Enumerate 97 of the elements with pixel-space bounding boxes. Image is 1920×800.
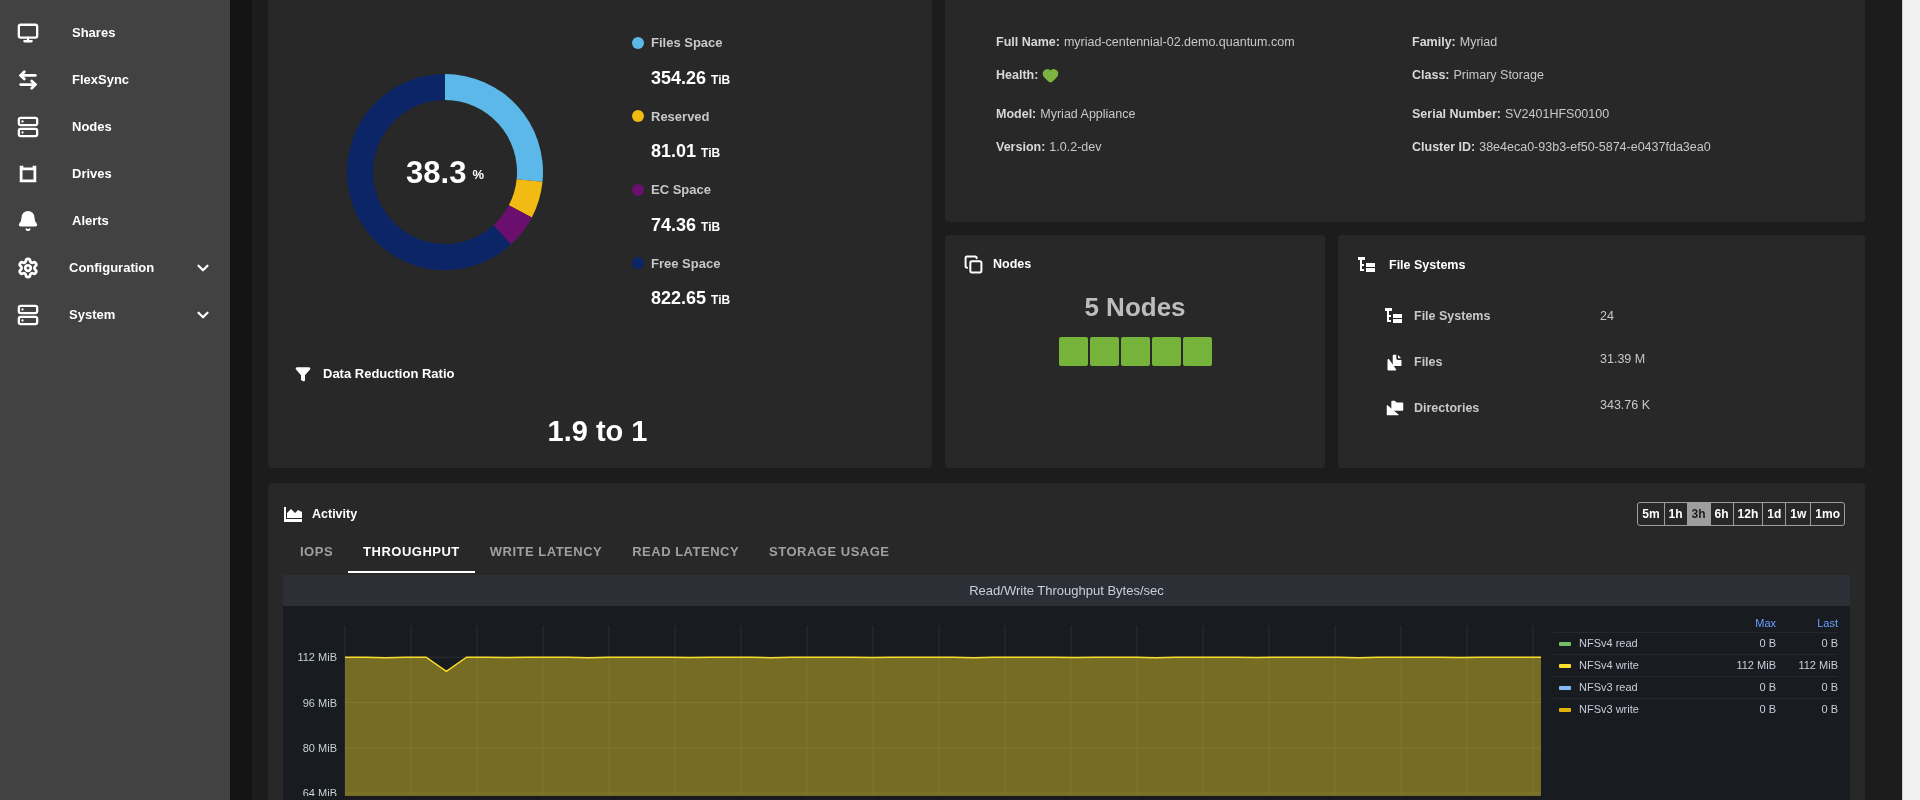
panel-title: Activity	[312, 505, 358, 523]
series-last: 112 MiB	[1797, 658, 1838, 674]
time-range-button[interactable]: 1mo	[1810, 503, 1844, 525]
sidebar-item[interactable]: Alerts	[0, 197, 230, 244]
tab[interactable]: STORAGE USAGE	[754, 532, 905, 573]
info-value: SV2401HFS00100	[1504, 106, 1610, 124]
info-label: Model:	[996, 106, 1037, 124]
legend-label: Free Space	[651, 254, 721, 273]
info-label: Cluster ID:	[1412, 139, 1476, 157]
tab[interactable]: THROUGHPUT	[348, 532, 475, 573]
info-label: Serial Number:	[1412, 106, 1501, 124]
series-max: 0 B	[1758, 636, 1776, 652]
scrollbar[interactable]	[1902, 0, 1920, 800]
percent-unit: %	[472, 166, 484, 185]
legend-value: 81.01	[651, 140, 697, 163]
series-name: NFSv3 read	[1579, 680, 1639, 696]
stat-label: Directories	[1414, 399, 1481, 417]
monitor-icon	[17, 21, 39, 44]
sidebar-item[interactable]: Drives	[0, 150, 230, 197]
folders-icon	[1384, 397, 1406, 419]
legend-row[interactable]: NFSv4 read 0 B 0 B	[1553, 632, 1838, 654]
series-last: 0 B	[1820, 636, 1838, 652]
y-axis-label: 96 MiB	[302, 696, 337, 709]
legend-value: 822.65	[651, 287, 707, 310]
y-axis-label: 80 MiB	[302, 741, 337, 754]
series-name: NFSv4 read	[1579, 636, 1639, 652]
stat-label: File Systems	[1414, 307, 1492, 325]
legend-row[interactable]: NFSv3 read 0 B 0 B	[1553, 676, 1838, 698]
series-last: 0 B	[1820, 702, 1838, 718]
legend-label: EC Space	[651, 181, 711, 199]
stat-value: 343.76 K	[1600, 396, 1651, 414]
chart-title: Read/Write Throughput Bytes/sec	[969, 581, 1164, 600]
filter-icon	[295, 365, 311, 382]
series-last: 0 B	[1820, 680, 1838, 696]
info-value: Myriad Appliance	[1040, 106, 1136, 124]
server-icon	[17, 115, 39, 138]
sidebar-item[interactable]: FlexSync	[0, 56, 230, 103]
documents-icon	[1384, 351, 1405, 373]
time-range-button[interactable]: 6h	[1709, 503, 1733, 525]
tree-icon	[1384, 306, 1404, 326]
legend-row[interactable]: NFSv3 write 0 B 0 B	[1553, 698, 1838, 720]
info-label: Version:	[996, 139, 1046, 157]
info-value: myriad-centennial-02.demo.quantum.com	[1063, 34, 1295, 52]
node-count: 5 Nodes	[1084, 291, 1186, 324]
stat-value: 31.39 M	[1600, 350, 1646, 368]
info-value: Myriad	[1459, 34, 1498, 52]
info-label: Class:	[1412, 67, 1450, 85]
info-label: Family:	[1412, 34, 1456, 52]
series-name: NFSv4 write	[1579, 658, 1640, 674]
reduction-ratio: 1.9 to 1	[547, 413, 648, 449]
stat-label: Files	[1414, 353, 1444, 371]
legend-unit: TiB	[711, 71, 731, 89]
time-range-button[interactable]: 12h	[1732, 503, 1763, 525]
panel-title: Nodes	[993, 256, 1032, 274]
tab[interactable]: IOPS	[285, 532, 349, 573]
legend-label: Reserved	[651, 107, 710, 126]
bell-icon	[17, 209, 39, 232]
time-range-button[interactable]: 1d	[1762, 503, 1786, 525]
legend-unit: TiB	[711, 292, 731, 309]
info-label: Full Name:	[996, 34, 1060, 52]
section-title: Data Reduction Ratio	[323, 365, 455, 383]
legend-value: 74.36	[651, 213, 697, 237]
server-icon	[17, 303, 39, 326]
tab[interactable]: WRITE LATENCY	[474, 532, 618, 573]
legend-column-header[interactable]: Max	[1714, 615, 1776, 632]
sidebar-item[interactable]: Configuration	[0, 244, 230, 291]
legend-unit: TiB	[701, 145, 721, 162]
info-label: Health:	[996, 67, 1039, 85]
series-name: NFSv3 write	[1579, 702, 1640, 718]
legend-unit: TiB	[701, 218, 721, 236]
settings-icon	[17, 256, 39, 279]
tab[interactable]: READ LATENCY	[617, 532, 755, 573]
y-axis-label: 112 MiB	[297, 651, 337, 664]
info-value: Primary Storage	[1453, 67, 1544, 85]
panel-title: File Systems	[1389, 256, 1466, 274]
time-range-button[interactable]: 1h	[1663, 503, 1687, 525]
series-max: 0 B	[1758, 680, 1776, 696]
time-range-button[interactable]: 5m	[1638, 503, 1664, 525]
overlapping-squares-icon	[964, 255, 983, 274]
info-value: 1.0.2-dev	[1049, 139, 1102, 157]
tree-icon	[1357, 255, 1377, 275]
series-max: 112 MiB	[1735, 658, 1776, 674]
used-percent: 38.3	[406, 156, 467, 188]
stat-value: 24	[1600, 307, 1614, 325]
legend-row[interactable]: NFSv4 write 112 MiB 112 MiB	[1553, 654, 1838, 676]
time-range-button[interactable]: 3h	[1686, 503, 1710, 525]
double-arrow-icon	[17, 68, 39, 91]
legend-label: Files Space	[651, 34, 723, 52]
time-range-button[interactable]: 1w	[1785, 503, 1811, 525]
sidebar-item[interactable]: System	[0, 291, 230, 338]
area-chart-icon	[284, 506, 302, 522]
info-value: 38e4eca0-93b3-ef50-5874-e0437fda3ea0	[1479, 139, 1711, 157]
sidebar-item[interactable]: Nodes	[0, 103, 230, 150]
sidebar-item[interactable]: Shares	[0, 9, 230, 56]
legend-column-header[interactable]: Last	[1776, 615, 1838, 632]
legend-value: 354.26	[651, 66, 707, 90]
series-max: 0 B	[1758, 702, 1776, 718]
